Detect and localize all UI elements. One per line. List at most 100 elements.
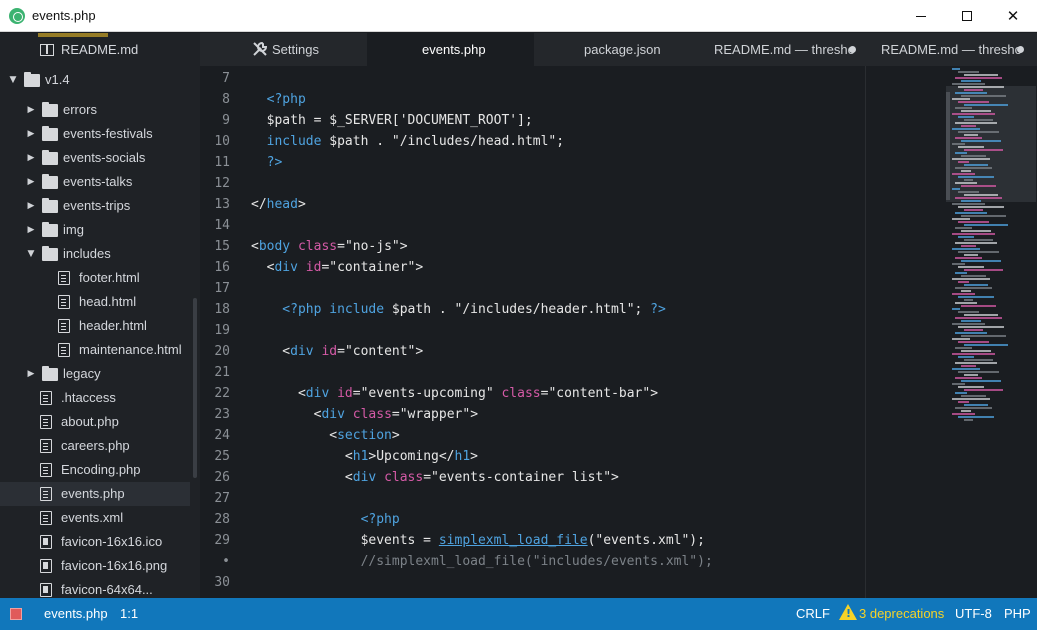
line-number[interactable]: 15 — [200, 236, 230, 257]
line-number[interactable]: 29 — [200, 530, 230, 551]
status-file-name[interactable]: events.php — [44, 606, 108, 621]
warning-icon[interactable]: ! — [839, 604, 857, 620]
tree-item-footer-html[interactable]: footer.html — [0, 266, 190, 290]
tree-item-events-festivals[interactable]: ▶ events-festivals — [0, 122, 190, 146]
line-number[interactable]: 12 — [200, 173, 230, 194]
code-line[interactable]: 29 $events = simplexml_load_file("events… — [200, 530, 865, 551]
code-line[interactable]: 15 <body class="no-js"> — [200, 236, 865, 257]
code-line[interactable]: 18 <?php include $path . "/includes/head… — [200, 299, 865, 320]
line-number[interactable]: 11 — [200, 152, 230, 173]
code-line[interactable]: 20 <div id="content"> — [200, 341, 865, 362]
line-number[interactable]: 8 — [200, 89, 230, 110]
line-number[interactable]: 7 — [200, 68, 230, 89]
code-line[interactable]: 12 — [200, 173, 865, 194]
tree-item-about-php[interactable]: about.php — [0, 410, 190, 434]
code-line[interactable]: 28 <?php — [200, 509, 865, 530]
code-line[interactable]: 14 — [200, 215, 865, 236]
minimize-button[interactable] — [898, 0, 944, 32]
status-line-ending[interactable]: CRLF — [796, 606, 830, 621]
chevron-right-icon[interactable]: ▶ — [26, 105, 36, 115]
modified-dot-icon[interactable] — [1017, 46, 1024, 53]
code-line[interactable]: 21 — [200, 362, 865, 383]
tree-item-favicon-64x64[interactable]: favicon-64x64... — [0, 578, 190, 598]
chevron-down-icon[interactable]: ▼ — [26, 249, 36, 259]
tab-settings[interactable]: Settings — [200, 33, 367, 66]
line-number[interactable]: 10 — [200, 131, 230, 152]
tree-item-head-html[interactable]: head.html — [0, 290, 190, 314]
chevron-right-icon[interactable]: ▶ — [26, 153, 36, 163]
tree-item-v1-4[interactable]: ▼ v1.4 — [0, 68, 190, 92]
tree-item-includes[interactable]: ▼ includes — [0, 242, 190, 266]
code-line[interactable]: 13 </head> — [200, 194, 865, 215]
line-number[interactable]: • — [200, 551, 230, 572]
line-number[interactable]: 17 — [200, 278, 230, 299]
chevron-right-icon[interactable]: ▶ — [26, 177, 36, 187]
code-line[interactable]: 10 include $path . "/includes/head.html"… — [200, 131, 865, 152]
tree-item-events-xml[interactable]: events.xml — [0, 506, 190, 530]
tree-item-legacy[interactable]: ▶ legacy — [0, 362, 190, 386]
code-line[interactable]: 17 — [200, 278, 865, 299]
line-number[interactable]: 19 — [200, 320, 230, 341]
code-editor[interactable]: 78 <?php 9 $path = $_SERVER['DOCUMENT_ROO… — [200, 66, 865, 598]
line-number[interactable]: 30 — [200, 572, 230, 593]
tab-readme-2[interactable]: README.md — thresho — [868, 33, 1037, 66]
chevron-down-icon[interactable]: ▼ — [8, 75, 18, 85]
tree-item-encoding-php[interactable]: Encoding.php — [0, 458, 190, 482]
code-line[interactable]: 11 ?> — [200, 152, 865, 173]
line-number[interactable]: 28 — [200, 509, 230, 530]
line-number[interactable]: 23 — [200, 404, 230, 425]
line-number[interactable]: 27 — [200, 488, 230, 509]
tree-item-header-html[interactable]: header.html — [0, 314, 190, 338]
code-line[interactable]: 27 — [200, 488, 865, 509]
line-number[interactable]: 20 — [200, 341, 230, 362]
code-line[interactable]: 7 — [200, 68, 865, 89]
chevron-right-icon[interactable]: ▶ — [26, 129, 36, 139]
line-number[interactable]: 25 — [200, 446, 230, 467]
tree-scrollbar[interactable] — [193, 298, 197, 478]
code-line[interactable]: • //simplexml_load_file("includes/events… — [200, 551, 865, 572]
code-line[interactable]: 19 — [200, 320, 865, 341]
code-line[interactable]: 23 <div class="wrapper"> — [200, 404, 865, 425]
tree-item-careers-php[interactable]: careers.php — [0, 434, 190, 458]
status-encoding[interactable]: UTF-8 — [955, 606, 992, 621]
code-line[interactable]: 8 <?php — [200, 89, 865, 110]
tree-item-favicon-16x16-png[interactable]: favicon-16x16.png — [0, 554, 190, 578]
line-number[interactable]: 14 — [200, 215, 230, 236]
minimap-scrollbar[interactable] — [946, 92, 950, 200]
code-line[interactable]: 22 <div id="events-upcoming" class="cont… — [200, 383, 865, 404]
tree-item-events-talks[interactable]: ▶ events-talks — [0, 170, 190, 194]
code-line[interactable]: 16 <div id="container"> — [200, 257, 865, 278]
tree-item-errors[interactable]: ▶ errors — [0, 98, 190, 122]
code-line[interactable]: 30 — [200, 572, 865, 593]
tab-package-json[interactable]: package.json — [534, 33, 701, 66]
minimap[interactable] — [865, 66, 1037, 598]
code-line[interactable]: 25 <h1>Upcoming</h1> — [200, 446, 865, 467]
code-line[interactable]: 24 <section> — [200, 425, 865, 446]
tree-item-maintenance-html[interactable]: maintenance.html — [0, 338, 190, 362]
line-number[interactable]: 21 — [200, 362, 230, 383]
tab-events-php[interactable]: events.php — [367, 33, 534, 66]
maximize-button[interactable] — [944, 0, 990, 32]
tree-item--htaccess[interactable]: .htaccess — [0, 386, 190, 410]
linter-error-icon[interactable] — [10, 608, 22, 620]
tab-readme-1[interactable]: README.md — thresho — [701, 33, 868, 66]
status-grammar[interactable]: PHP — [1004, 606, 1031, 621]
line-number[interactable]: 13 — [200, 194, 230, 215]
code-line[interactable]: 26 <div class="events-container list"> — [200, 467, 865, 488]
line-number[interactable]: 24 — [200, 425, 230, 446]
status-deprecations[interactable]: 3 deprecations — [859, 606, 944, 621]
chevron-right-icon[interactable]: ▶ — [26, 225, 36, 235]
line-number[interactable]: 26 — [200, 467, 230, 488]
line-number[interactable]: 18 — [200, 299, 230, 320]
tree-item-img[interactable]: ▶ img — [0, 218, 190, 242]
line-number[interactable]: 9 — [200, 110, 230, 131]
code-line[interactable]: 9 $path = $_SERVER['DOCUMENT_ROOT']; — [200, 110, 865, 131]
line-number[interactable]: 16 — [200, 257, 230, 278]
chevron-right-icon[interactable]: ▶ — [26, 201, 36, 211]
tree-item-readme-md[interactable]: README.md — [0, 38, 190, 62]
status-cursor-position[interactable]: 1:1 — [120, 606, 138, 621]
chevron-right-icon[interactable]: ▶ — [26, 369, 36, 379]
tree-item-events-socials[interactable]: ▶ events-socials — [0, 146, 190, 170]
tree-item-favicon-16x16-ico[interactable]: favicon-16x16.ico — [0, 530, 190, 554]
tree-item-events-trips[interactable]: ▶ events-trips — [0, 194, 190, 218]
